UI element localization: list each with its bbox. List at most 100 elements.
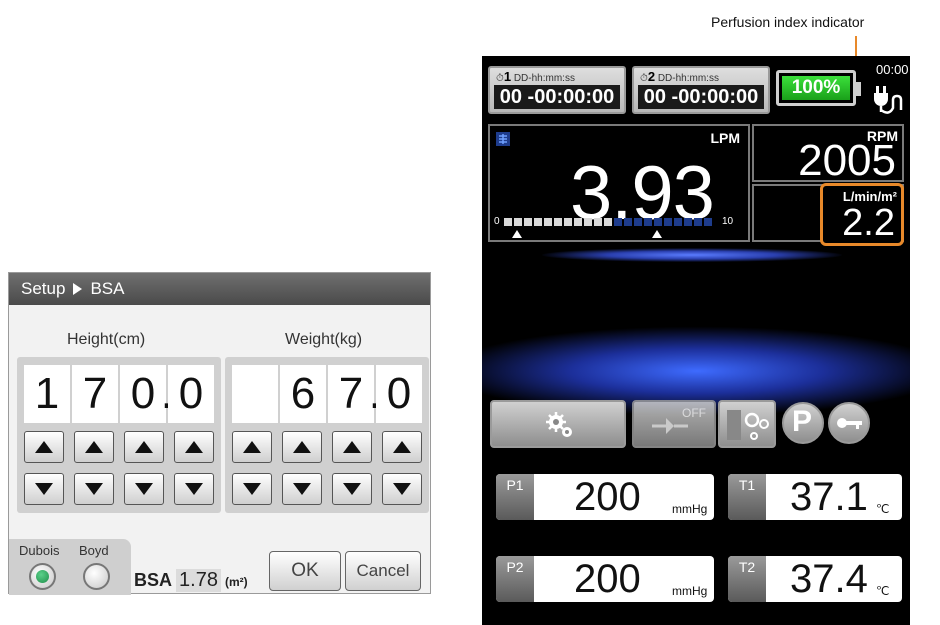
height-hundreds-up-button[interactable] (24, 431, 64, 463)
weight-digit-ones[interactable]: 7. (328, 365, 381, 423)
weight-decrement-row (232, 473, 422, 505)
flow-bar-segment (654, 218, 662, 226)
battery-level: 100% (782, 76, 850, 100)
arrow-down-icon (293, 483, 311, 495)
flow-bar-segment (564, 218, 572, 226)
flow-bar-segment (544, 218, 552, 226)
pause-button[interactable]: P (782, 402, 824, 444)
breadcrumb-arrow-icon (73, 283, 83, 295)
flow-scale-min: 0 (494, 216, 500, 227)
weight-digit-hundreds[interactable] (232, 365, 278, 423)
weight-tenths-down-button[interactable] (382, 473, 422, 505)
flow-bar-segment (554, 218, 562, 226)
ok-button[interactable]: OK (269, 551, 341, 591)
height-hundreds-down-button[interactable] (24, 473, 64, 505)
timer-2-header: ⏱2 DD-hh:mm:ss (640, 69, 719, 84)
height-tens-down-button[interactable] (74, 473, 114, 505)
weight-tens-up-button[interactable] (282, 431, 322, 463)
weight-hundreds-up-button[interactable] (232, 431, 272, 463)
height-digit-tenths[interactable]: 0 (168, 365, 214, 423)
weight-entry-group: 6 7. 0 (225, 357, 429, 513)
weight-tenths-up-button[interactable] (382, 431, 422, 463)
timer-2[interactable]: ⏱2 DD-hh:mm:ss 00 -00:00:00 (632, 66, 770, 114)
flow-scale-max: 10 (722, 216, 734, 227)
formula-dubois-radio[interactable] (29, 563, 56, 590)
weight-ones-up-button[interactable] (332, 431, 372, 463)
arrow-down-icon (135, 483, 153, 495)
formula-boyd-radio[interactable] (83, 563, 110, 590)
ac-plug-icon (874, 86, 903, 114)
timer-1-number: 1 (503, 69, 512, 84)
weight-ones-down-button[interactable] (332, 473, 372, 505)
t1-tag: T1 (728, 474, 766, 520)
flow-bar-segment (534, 218, 542, 226)
weight-tens-down-button[interactable] (282, 473, 322, 505)
timer-1-format: DD-hh:mm:ss (513, 73, 575, 84)
arrow-up-icon (393, 441, 411, 453)
bsa-value: 1.78 (176, 569, 221, 592)
sensor-zero-button[interactable] (718, 400, 776, 448)
p1-tag: P1 (496, 474, 534, 520)
height-digit-tens[interactable]: 7 (72, 365, 118, 423)
t1-readout: T1 37.1 ℃ (728, 474, 902, 520)
arrow-down-icon (185, 483, 203, 495)
perfusion-index-value: 2.2 (842, 202, 895, 244)
flow-bar-segment (644, 218, 652, 226)
weight-digits: 6 7. 0 (232, 365, 422, 423)
timer-2-value: 00 -00:00:00 (638, 85, 764, 109)
bsa-readout: BSA 1.78 (m²) (134, 569, 248, 592)
flow-low-marker (512, 230, 522, 238)
gears-icon (546, 412, 572, 437)
weight-increment-row (232, 431, 422, 463)
flow-bar-segment (674, 218, 682, 226)
height-ones-up-button[interactable] (124, 431, 164, 463)
weight-hundreds-down-button[interactable] (232, 473, 272, 505)
battery-indicator: 100% (776, 70, 861, 106)
flow-bar-segment (514, 218, 522, 226)
perfusion-index-annotation: Perfusion index indicator (711, 14, 865, 30)
timer-1-header: ⏱1 DD-hh:mm:ss (496, 69, 575, 84)
flow-unit: LPM (710, 130, 740, 146)
timer-1-value: 00 -00:00:00 (494, 85, 620, 109)
flow-bar-segment (704, 218, 712, 226)
height-ones-down-button[interactable] (124, 473, 164, 505)
stopwatch-icon: ⏱ (496, 73, 504, 84)
timer-1[interactable]: ⏱1 DD-hh:mm:ss 00 -00:00:00 (488, 66, 626, 114)
height-tens-up-button[interactable] (74, 431, 114, 463)
height-tenths-up-button[interactable] (174, 431, 214, 463)
flow-panel: LPM 3.93 0 10 (488, 124, 750, 242)
t1-unit: ℃ (876, 502, 890, 516)
weight-digit-tenths[interactable]: 0 (376, 365, 422, 423)
t2-unit: ℃ (876, 584, 890, 598)
p1-readout: P1 200 mmHg (496, 474, 714, 520)
height-digit-ones[interactable]: 0. (120, 365, 173, 423)
flow-high-marker (652, 230, 662, 238)
p2-tag: P2 (496, 556, 534, 602)
flow-bar-segment (634, 218, 642, 226)
lock-button[interactable] (828, 402, 870, 444)
cancel-button[interactable]: Cancel (345, 551, 421, 591)
breadcrumb-root: Setup (21, 279, 66, 298)
t2-value: 37.4 (790, 557, 868, 601)
height-tenths-down-button[interactable] (174, 473, 214, 505)
clamp-toggle-button[interactable]: OFF (632, 400, 716, 448)
flow-bar-segment (504, 218, 512, 226)
flow-bar-segment (594, 218, 602, 226)
flow-bar (504, 218, 712, 226)
p2-unit: mmHg (672, 584, 708, 598)
p2-readout: P2 200 mmHg (496, 556, 714, 602)
height-label: Height(cm) (67, 331, 146, 348)
dialog-title-bar: Setup BSA (9, 273, 430, 305)
weight-digit-tens[interactable]: 6 (280, 365, 326, 423)
rpm-value: 2005 (798, 136, 896, 185)
height-digit-hundreds[interactable]: 1 (24, 365, 70, 423)
settings-button[interactable] (490, 400, 626, 448)
arrow-up-icon (35, 441, 53, 453)
flow-bar-segment (624, 218, 632, 226)
flow-bar-segment (664, 218, 672, 226)
arrow-up-icon (343, 441, 361, 453)
height-entry-group: 1 7 0. 0 (17, 357, 221, 513)
flow-bar-segment (524, 218, 532, 226)
flow-bar-segment (684, 218, 692, 226)
arrow-up-icon (135, 441, 153, 453)
